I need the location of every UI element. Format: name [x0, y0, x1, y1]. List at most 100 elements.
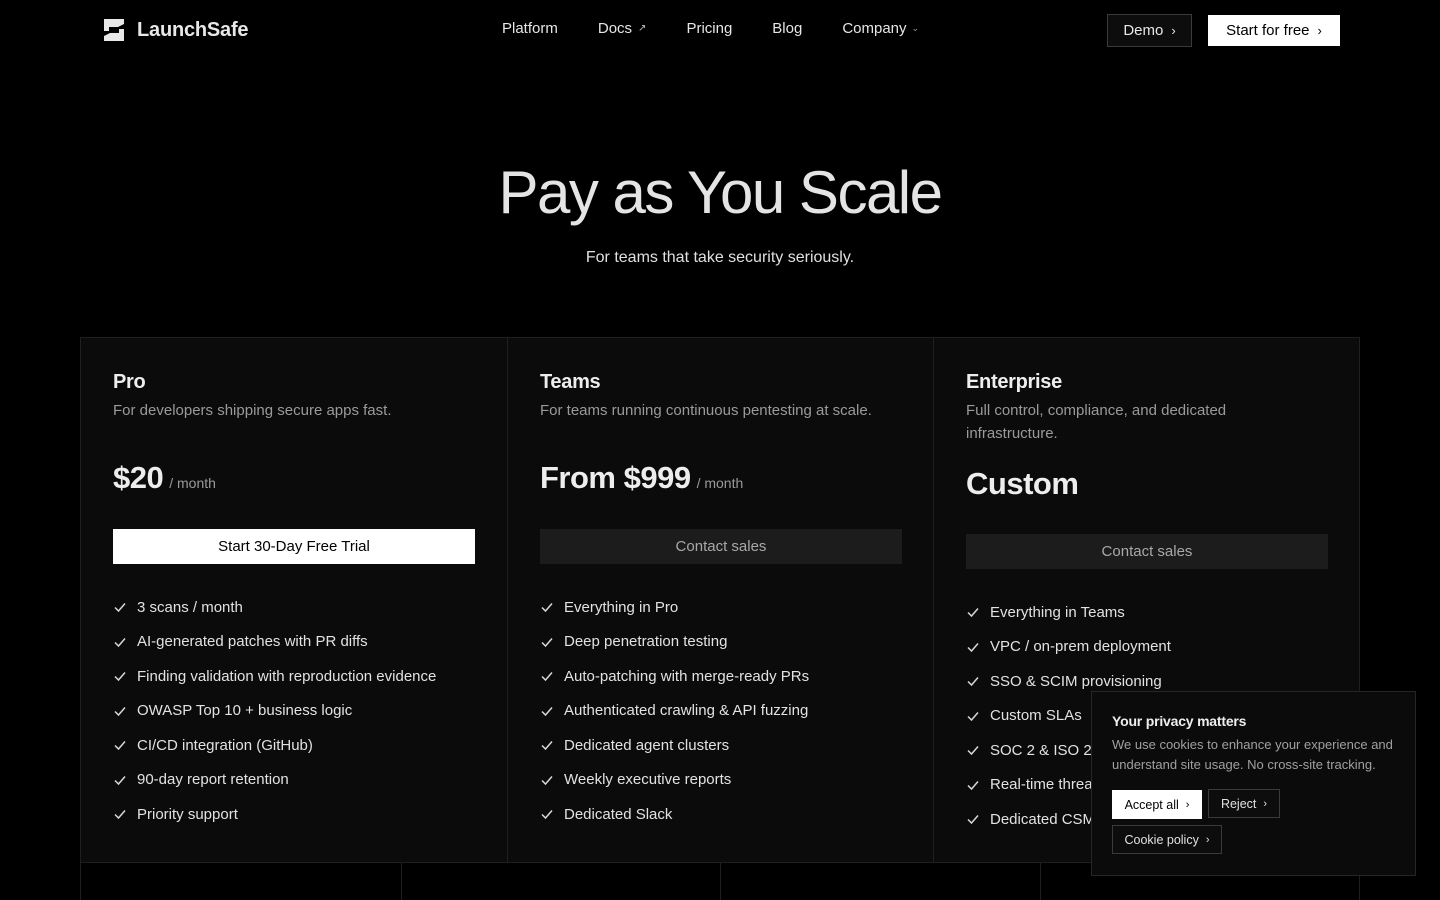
chevron-down-icon: ⌄ — [911, 23, 920, 33]
plan-card-pro: Pro For developers shipping secure apps … — [81, 338, 507, 862]
check-icon — [541, 810, 553, 820]
price-unit: / month — [696, 475, 744, 491]
check-icon — [114, 810, 126, 820]
plan-price: $20 / month — [113, 460, 216, 496]
check-icon — [967, 677, 979, 687]
cookie-policy-label: Cookie policy — [1124, 832, 1199, 847]
check-icon — [541, 603, 553, 613]
demo-button[interactable]: Demo › — [1107, 14, 1192, 47]
nav-link-blog[interactable]: Blog — [772, 20, 802, 37]
feature-label: Finding validation with reproduction evi… — [137, 667, 437, 685]
accept-all-button[interactable]: Accept all › — [1112, 790, 1202, 819]
list-item: Deep penetration testing — [540, 625, 809, 660]
plan-description: Full control, compliance, and dedicated … — [966, 402, 1227, 442]
grid-divider — [720, 862, 721, 900]
feature-label: VPC / on-prem deployment — [990, 638, 1171, 656]
page-title: Pay as You Scale — [498, 159, 943, 226]
list-item: VPC / on-prem deployment — [966, 630, 1171, 665]
feature-label: Dedicated Slack — [564, 805, 673, 823]
list-item: Dedicated Slack — [540, 797, 809, 832]
nav-link-company[interactable]: Company ⌄ — [842, 20, 919, 37]
nav-link-docs[interactable]: Docs ↗ — [598, 20, 647, 37]
nav-link-blog-label: Blog — [772, 20, 803, 37]
contact-sales-button[interactable]: Contact sales — [966, 534, 1328, 569]
feature-label: 3 scans / month — [137, 598, 243, 616]
cookie-banner: Your privacy matters We use cookies to e… — [1091, 691, 1416, 876]
nav-link-company-label: Company — [842, 20, 907, 37]
brand-logo-link[interactable]: LaunchSafe — [100, 16, 249, 44]
price-amount: Custom — [966, 466, 1079, 501]
check-icon — [541, 706, 553, 716]
nav-link-pricing[interactable]: Pricing — [686, 20, 732, 37]
feature-list: 3 scans / month AI-generated patches wit… — [113, 590, 436, 832]
list-item: CI/CD integration (GitHub) — [113, 728, 436, 763]
list-item: Authenticated crawling & API fuzzing — [540, 694, 809, 729]
demo-button-label: Demo — [1123, 22, 1164, 39]
page-subtitle: For teams that take security seriously. — [585, 249, 855, 266]
start-trial-button[interactable]: Start 30-Day Free Trial — [113, 529, 475, 564]
check-icon — [541, 637, 553, 647]
list-item: 3 scans / month — [113, 590, 436, 625]
start-for-free-label: Start for free — [1226, 22, 1310, 39]
check-icon — [967, 711, 979, 721]
plan-description: For teams running continuous pentesting … — [540, 402, 872, 419]
plan-card-teams: Teams For teams running continuous pente… — [507, 338, 933, 862]
check-icon — [114, 706, 126, 716]
check-icon — [967, 815, 979, 825]
cookie-title: Your privacy matters — [1112, 713, 1247, 729]
check-icon — [114, 672, 126, 682]
list-item: Everything in Pro — [540, 590, 809, 625]
feature-label: Authenticated crawling & API fuzzing — [564, 702, 809, 720]
feature-label: CI/CD integration (GitHub) — [137, 736, 313, 754]
plan-price: From $999 / month — [540, 460, 743, 496]
feature-label: Auto-patching with merge-ready PRs — [564, 667, 810, 685]
check-icon — [114, 637, 126, 647]
chevron-right-icon: › — [1263, 797, 1268, 810]
grid-divider — [1040, 862, 1041, 900]
cookie-policy-button[interactable]: Cookie policy › — [1112, 825, 1222, 854]
feature-label: Priority support — [137, 805, 238, 823]
contact-sales-button[interactable]: Contact sales — [540, 529, 902, 564]
main-menu: Platform Docs ↗ Pricing Blog Company ⌄ — [502, 20, 959, 37]
list-item: AI-generated patches with PR diffs — [113, 625, 436, 660]
list-item: Dedicated agent clusters — [540, 728, 809, 763]
feature-label: Real-time threa — [990, 776, 1093, 794]
plan-name: Pro — [113, 371, 146, 393]
nav-link-pricing-label: Pricing — [686, 20, 733, 37]
price-unit: / month — [169, 475, 216, 491]
check-icon — [114, 741, 126, 751]
check-icon — [967, 746, 979, 756]
feature-label: Deep penetration testing — [564, 633, 728, 651]
reject-button[interactable]: Reject › — [1208, 789, 1280, 818]
feature-label: Custom SLAs — [990, 707, 1082, 725]
check-icon — [967, 642, 979, 652]
chevron-right-icon: › — [1185, 798, 1190, 811]
nav-link-platform[interactable]: Platform — [502, 20, 558, 37]
list-item: Everything in Teams — [966, 595, 1171, 630]
top-nav: LaunchSafe Platform Docs ↗ Pricing Blog … — [0, 0, 1440, 60]
check-icon — [541, 672, 553, 682]
feature-label: Weekly executive reports — [564, 771, 732, 789]
launchsafe-logo-icon — [104, 19, 124, 41]
check-icon — [114, 775, 126, 785]
feature-label: Dedicated agent clusters — [564, 736, 730, 754]
chevron-right-icon: › — [1171, 23, 1176, 38]
chevron-right-icon: › — [1317, 23, 1322, 38]
price-amount: $20 — [113, 460, 164, 495]
list-item: 90-day report retention — [113, 763, 436, 798]
feature-label: 90-day report retention — [137, 771, 289, 789]
cookie-message: We use cookies to enhance your experienc… — [1112, 737, 1393, 772]
plan-name: Teams — [540, 371, 601, 393]
nav-link-platform-label: Platform — [502, 20, 558, 37]
grid-divider — [401, 862, 402, 900]
start-for-free-button[interactable]: Start for free › — [1208, 15, 1340, 46]
price-amount: From $999 — [540, 460, 691, 495]
plan-description: For developers shipping secure apps fast… — [113, 402, 392, 419]
feature-label: Everything in Teams — [990, 603, 1125, 621]
list-item: Finding validation with reproduction evi… — [113, 659, 436, 694]
chevron-right-icon: › — [1205, 833, 1210, 846]
accept-all-label: Accept all — [1124, 797, 1179, 812]
list-item: Weekly executive reports — [540, 763, 809, 798]
feature-label: OWASP Top 10 + business logic — [137, 702, 353, 720]
feature-list: Everything in Pro Deep penetration testi… — [540, 590, 809, 832]
